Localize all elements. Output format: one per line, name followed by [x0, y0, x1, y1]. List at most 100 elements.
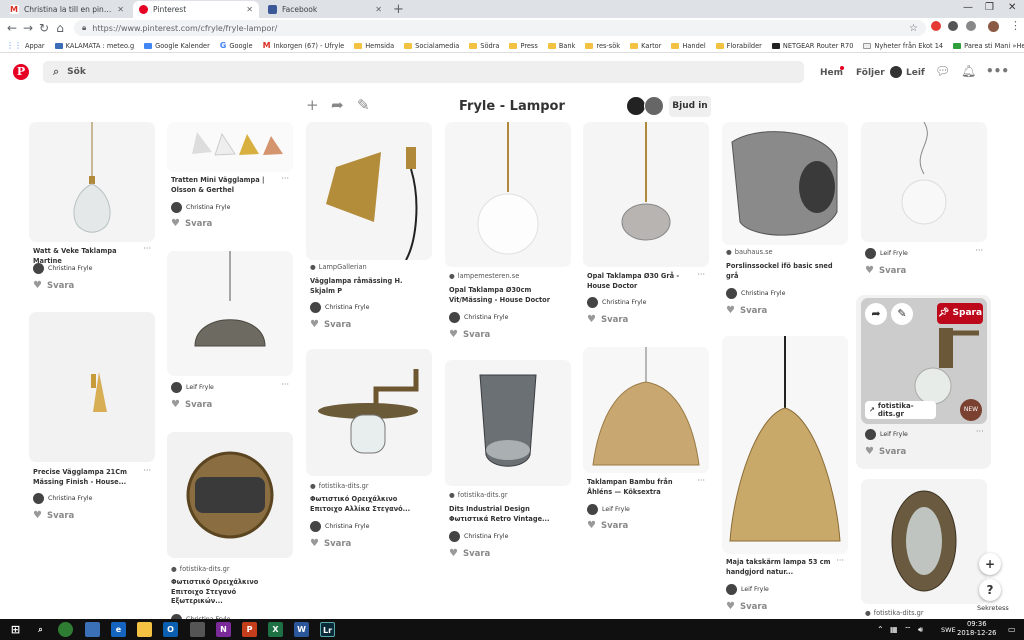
more-options-icon[interactable]: ···	[143, 466, 151, 475]
reply-button[interactable]: ♥ Svara	[865, 265, 906, 276]
pin-card[interactable]: Opal Taklampa Ø30 Grå - House Doctor ···…	[583, 122, 709, 332]
source-link-button[interactable]: ↗ fotistika-dits.gr	[865, 401, 936, 419]
bookmark[interactable]: KALAMATA : meteo.g	[54, 42, 134, 50]
people-icon[interactable]: ⌃	[877, 625, 884, 634]
pin-image[interactable]	[167, 432, 293, 558]
pin-source[interactable]: ● fotistika-dits.gr	[865, 609, 924, 617]
bookmark[interactable]: Parea sti Mani »Hem	[953, 42, 1024, 50]
pin-user[interactable]: Christina Fryle	[33, 263, 92, 274]
more-options-icon[interactable]: ···	[697, 270, 705, 279]
pin-user[interactable]: Leif Fryle	[865, 429, 908, 440]
pin-image[interactable]	[583, 122, 709, 267]
pin-card[interactable]: ● fotistika-dits.gr Φωτιστικό Ορειχάλκινο…	[306, 349, 432, 559]
pin-user[interactable]: Christina Fryle	[171, 202, 230, 213]
edge-icon[interactable]: e	[111, 622, 126, 637]
outlook-icon[interactable]: O	[163, 622, 178, 637]
windows-start-icon[interactable]: ⊞	[8, 622, 23, 637]
pin-card[interactable]: ● fotistika-dits.gr Φωτιστικό Ορειχάλκινο…	[167, 432, 293, 625]
edit-pencil-icon[interactable]: ✎	[891, 303, 913, 325]
pin-image[interactable]	[167, 251, 293, 376]
forward-icon[interactable]: →	[20, 18, 36, 39]
wifi-icon[interactable]: ⌔	[904, 625, 912, 635]
reply-button[interactable]: ♥ Svara	[449, 548, 490, 559]
more-options-icon[interactable]: ···	[281, 174, 289, 183]
share-icon[interactable]: ➦	[865, 303, 887, 325]
back-icon[interactable]: ←	[4, 18, 20, 39]
close-icon[interactable]: ✕	[375, 5, 382, 14]
notifications-bell-icon[interactable]: 🔔︎	[961, 64, 976, 78]
reply-button[interactable]: ♥ Svara	[865, 446, 906, 457]
reply-button[interactable]: ♥ Svara	[33, 510, 74, 521]
pin-user[interactable]: Leif Fryle	[171, 382, 214, 393]
tab-gmail[interactable]: M Christina la till en pin på Fryle - … …	[4, 1, 130, 18]
reply-button[interactable]: ♥ Svara	[726, 601, 767, 612]
pin-title[interactable]: Φωτιστικό Ορειχάλκινο Επιτοιχο Στεγανό Ε…	[171, 578, 283, 607]
bookmark[interactable]: Google Kalender	[144, 42, 210, 50]
reply-button[interactable]: ♥ Svara	[310, 319, 351, 330]
pin-title[interactable]: Opal Taklampa Ø30cm Vit/Mässing - House …	[449, 286, 561, 305]
nav-home[interactable]: Hem	[820, 68, 843, 78]
pin-source[interactable]: ● fotistika-dits.gr	[171, 565, 230, 573]
language-indicator[interactable]: SWE	[941, 626, 956, 634]
user-avatar[interactable]	[890, 66, 902, 78]
bookmark[interactable]: M Inkorgen (67) - Ufryle	[263, 41, 345, 50]
pin-card[interactable]: ● LampGallerian Vägglampa råmässing H. Sk…	[306, 122, 432, 337]
close-icon[interactable]: ✕	[246, 5, 253, 14]
home-icon[interactable]: ⌂	[52, 18, 68, 39]
pin-card[interactable]: Leif Fryle ··· ♥ Svara	[861, 122, 987, 282]
pin-card[interactable]: ● bauhaus.se Porslinssockel ifö basic sne…	[722, 122, 848, 322]
pin-image[interactable]	[306, 122, 432, 260]
pin-title[interactable]: Porslinssockel ifö basic sned grå	[726, 262, 838, 281]
pin-title[interactable]: Taklampan Bambu från Åhléns — Köksextra	[587, 478, 699, 497]
word-icon[interactable]: W	[294, 622, 309, 637]
bookmark-folder[interactable]: Hemsida	[354, 42, 394, 50]
volume-icon[interactable]: 🔊︎	[918, 625, 923, 635]
photos-icon[interactable]	[190, 622, 205, 637]
pin-card[interactable]: ● fotistika-dits.gr	[861, 479, 987, 619]
pin-image[interactable]	[29, 312, 155, 462]
file-explorer-icon[interactable]	[137, 622, 152, 637]
address-bar[interactable]: 🔒︎ https://www.pinterest.com/cfryle/fryl…	[74, 20, 926, 36]
messages-icon[interactable]: 💬︎	[935, 64, 950, 78]
edit-pencil-icon[interactable]: ✎	[357, 96, 370, 114]
pin-card[interactable]: Maja takskärm lampa 53 cm handgjord natu…	[722, 336, 848, 616]
search-icon[interactable]: ⌕	[33, 622, 48, 637]
reply-button[interactable]: ♥ Svara	[449, 329, 490, 340]
extension-icon[interactable]	[966, 21, 976, 31]
pin-user[interactable]: Christina Fryle	[449, 312, 508, 323]
reload-icon[interactable]: ↻	[36, 18, 52, 39]
notifications-icon[interactable]: ▭	[1008, 625, 1016, 634]
pin-title[interactable]: Vägglampa råmässing H. Skjalm P	[310, 277, 422, 296]
pin-source[interactable]: ● bauhaus.se	[726, 248, 773, 256]
window-close-icon[interactable]: ✕	[1008, 2, 1016, 13]
pinterest-extension-icon[interactable]	[948, 21, 958, 31]
pin-user[interactable]: Leif Fryle	[587, 504, 630, 515]
reply-button[interactable]: ♥ Svara	[310, 538, 351, 549]
nav-profile[interactable]: Leif	[906, 68, 925, 78]
reply-button[interactable]: ♥ Svara	[726, 305, 767, 316]
collaborator-avatar[interactable]	[626, 96, 646, 116]
close-icon[interactable]: ✕	[117, 5, 124, 14]
pin-image[interactable]	[722, 122, 848, 245]
pin-source[interactable]: ● fotistika-dits.gr	[310, 482, 369, 490]
clock[interactable]: 09:36 2018-12-26	[957, 620, 997, 638]
pin-image[interactable]	[583, 347, 709, 473]
pin-image[interactable]	[29, 122, 155, 242]
pin-image[interactable]	[167, 122, 293, 172]
pin-card[interactable]: Precise Vägglampa 21Cm Mässing Finish - …	[29, 312, 155, 527]
tab-facebook[interactable]: Facebook ✕	[262, 1, 388, 18]
pin-user[interactable]: Christina Fryle	[449, 531, 508, 542]
bookmark-folder[interactable]: Socialamedia	[404, 42, 459, 50]
more-options-icon[interactable]: ···	[281, 380, 289, 389]
bookmark-folder[interactable]: Florabilder	[715, 42, 762, 50]
pin-image[interactable]	[722, 336, 848, 554]
onenote-icon[interactable]: N	[216, 622, 231, 637]
pin-image[interactable]	[306, 349, 432, 476]
restore-icon[interactable]: ❐	[985, 2, 994, 13]
powerpoint-icon[interactable]: P	[242, 622, 257, 637]
bookmark-folder[interactable]: res-sök	[585, 42, 620, 50]
pin-image[interactable]	[861, 479, 987, 604]
bookmark-folder[interactable]: Press	[509, 42, 538, 50]
reply-button[interactable]: ♥ Svara	[171, 399, 212, 410]
pin-card[interactable]: ··· Leif Fryle ♥ Svara	[167, 251, 293, 416]
